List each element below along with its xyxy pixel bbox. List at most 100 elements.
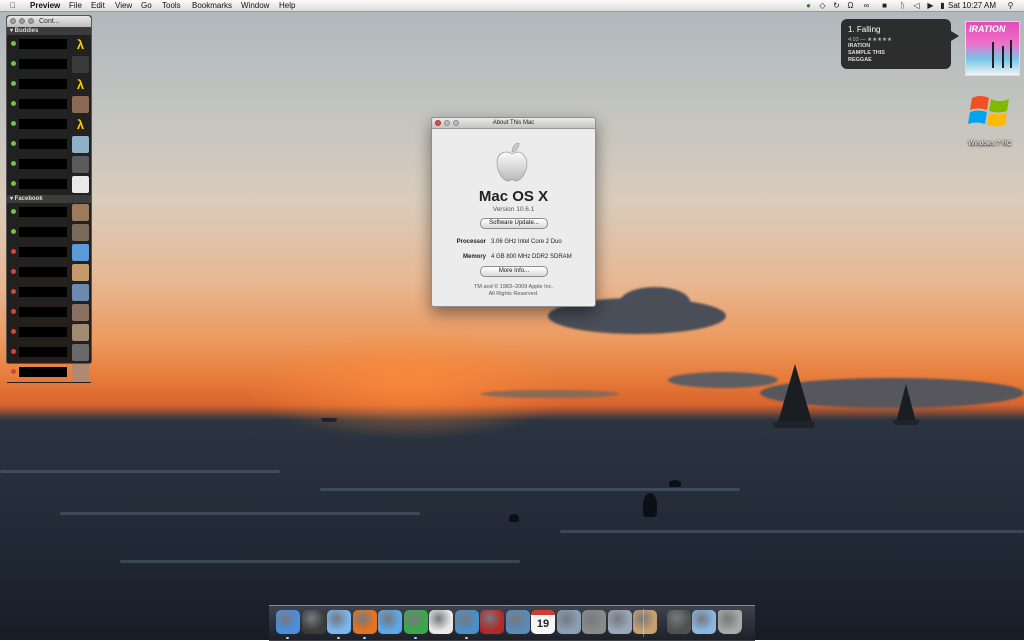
spotlight-icon[interactable]: ⚲ bbox=[1006, 1, 1015, 10]
buddy-row[interactable] bbox=[7, 175, 91, 195]
buddy-avatar bbox=[72, 304, 89, 321]
downloads-stack-icon[interactable] bbox=[666, 610, 691, 634]
buddy-row[interactable] bbox=[7, 155, 91, 175]
buddy-avatar bbox=[72, 96, 89, 113]
documents-stack-icon[interactable] bbox=[633, 610, 657, 634]
buddy-row[interactable] bbox=[7, 303, 91, 323]
bluetooth-icon[interactable]: ᚢ bbox=[898, 1, 907, 10]
windows-logo-icon[interactable] bbox=[968, 92, 1012, 132]
palm-tree bbox=[1010, 40, 1012, 68]
itunes-icon[interactable] bbox=[327, 610, 351, 634]
dropbox-icon[interactable]: ◇ bbox=[818, 1, 827, 10]
surfer bbox=[643, 493, 657, 517]
minimize-button[interactable] bbox=[19, 18, 25, 24]
buddy-avatar bbox=[72, 176, 89, 193]
buddy-name-redacted bbox=[19, 327, 67, 337]
sailboat bbox=[896, 384, 916, 422]
aim-running-man-icon: λ bbox=[76, 37, 85, 52]
buddy-row[interactable] bbox=[7, 55, 91, 75]
trash-icon[interactable] bbox=[717, 610, 742, 634]
preview-icon[interactable] bbox=[454, 610, 479, 634]
image-capture-icon[interactable] bbox=[582, 610, 606, 634]
app-menu[interactable]: Preview bbox=[30, 0, 60, 11]
battery-icon[interactable]: ▮ bbox=[938, 1, 947, 10]
firefox-icon[interactable] bbox=[352, 610, 377, 634]
preferences-icon[interactable] bbox=[607, 610, 632, 634]
sync-icon[interactable]: ↻ bbox=[832, 1, 841, 10]
group-header[interactable]: ▾ Buddies bbox=[7, 27, 91, 35]
minimize-button[interactable] bbox=[444, 120, 450, 126]
picasa-icon[interactable] bbox=[429, 610, 453, 634]
buddy-row[interactable] bbox=[7, 135, 91, 155]
menu-help[interactable]: Help bbox=[279, 0, 295, 11]
distant-boat bbox=[321, 418, 337, 422]
safari-icon[interactable] bbox=[378, 610, 402, 634]
processor-value: 3.06 GHz Intel Core 2 Duo bbox=[491, 239, 562, 245]
desktop-icon-label[interactable]: Windows 7 RC bbox=[958, 140, 1022, 147]
software-update-button[interactable]: Software Update... bbox=[480, 218, 548, 229]
menu-window[interactable]: Window bbox=[241, 0, 269, 11]
buddy-row[interactable] bbox=[7, 263, 91, 283]
buddy-name-redacted bbox=[19, 347, 67, 357]
app-store-icon[interactable] bbox=[556, 610, 581, 634]
buddy-row[interactable] bbox=[7, 223, 91, 243]
dashboard-icon[interactable] bbox=[301, 610, 326, 634]
menubar:  Preview File Edit View Go Tools Bookma… bbox=[0, 0, 1024, 12]
zoom-button[interactable] bbox=[453, 120, 459, 126]
growl-genre: REGGAE bbox=[848, 57, 872, 63]
menu-edit[interactable]: Edit bbox=[91, 0, 105, 11]
headphones-icon[interactable]: Ω bbox=[846, 1, 855, 10]
close-button[interactable] bbox=[435, 120, 441, 126]
istat-icon[interactable]: ■ bbox=[880, 1, 889, 10]
status-indicator-icon bbox=[11, 181, 16, 186]
iphoto-icon[interactable] bbox=[505, 610, 530, 634]
menu-view[interactable]: View bbox=[115, 0, 132, 11]
group-header[interactable]: ▾ Facebook bbox=[7, 195, 91, 203]
buddy-row[interactable]: λ bbox=[7, 115, 91, 135]
volume-icon[interactable]: ▶ bbox=[926, 1, 935, 10]
adium-icon[interactable] bbox=[403, 610, 428, 634]
buddy-avatar bbox=[72, 364, 89, 381]
growl-notification[interactable]: 1. Falling 4:03 — ★★★★★ IRATION SAMPLE T… bbox=[841, 19, 959, 69]
menu-go[interactable]: Go bbox=[141, 0, 152, 11]
photo-booth-icon[interactable] bbox=[480, 610, 504, 634]
buddy-row[interactable] bbox=[7, 343, 91, 363]
aim-running-man-icon: λ bbox=[76, 117, 85, 132]
menubar-clock[interactable]: Sat 10:27 AM bbox=[948, 0, 996, 11]
buddy-row[interactable] bbox=[7, 243, 91, 263]
applications-folder-icon[interactable] bbox=[692, 610, 716, 634]
buddy-row[interactable] bbox=[7, 363, 91, 383]
ical-icon[interactable]: 19 bbox=[531, 610, 555, 634]
apple-logo-icon bbox=[496, 142, 528, 182]
about-titlebar[interactable]: About This Mac bbox=[432, 118, 595, 129]
buddy-avatar bbox=[72, 344, 89, 361]
buddy-row[interactable] bbox=[7, 95, 91, 115]
buddy-row[interactable] bbox=[7, 323, 91, 343]
buddy-row[interactable]: λ bbox=[7, 75, 91, 95]
adium-icon[interactable]: ● bbox=[804, 1, 813, 10]
activity-icon[interactable]: ∞ bbox=[862, 1, 871, 10]
contact-list-titlebar[interactable]: Cont... bbox=[7, 16, 91, 27]
status-indicator-icon bbox=[11, 349, 16, 354]
buddy-avatar bbox=[72, 204, 89, 221]
album-brand: IRATION bbox=[969, 24, 1006, 34]
zoom-button[interactable] bbox=[28, 18, 34, 24]
status-indicator-icon bbox=[11, 121, 16, 126]
close-button[interactable] bbox=[10, 18, 16, 24]
wave bbox=[560, 530, 1024, 533]
buddy-row[interactable] bbox=[7, 203, 91, 223]
more-info-button[interactable]: More Info... bbox=[480, 266, 548, 277]
apple-menu-icon[interactable]:  bbox=[10, 0, 16, 11]
buddy-row[interactable] bbox=[7, 283, 91, 303]
status-indicator-icon bbox=[11, 289, 16, 294]
menu-bookmarks[interactable]: Bookmarks bbox=[192, 0, 232, 11]
finder-icon[interactable] bbox=[276, 610, 300, 634]
menu-file[interactable]: File bbox=[69, 0, 82, 11]
buddy-row[interactable]: λ bbox=[7, 35, 91, 55]
wifi-icon[interactable]: ◁ bbox=[912, 1, 921, 10]
buddy-avatar bbox=[72, 224, 89, 241]
wave bbox=[320, 488, 740, 491]
status-indicator-icon bbox=[11, 249, 16, 254]
growl-album: SAMPLE THIS bbox=[848, 50, 885, 56]
menu-tools[interactable]: Tools bbox=[162, 0, 181, 11]
